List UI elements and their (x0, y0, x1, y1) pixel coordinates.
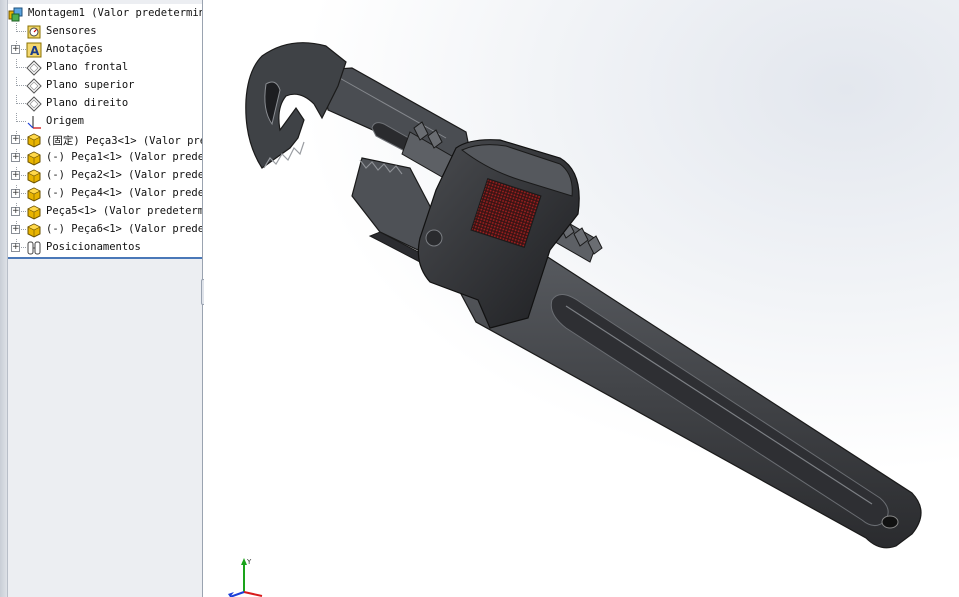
triad-y-label: Y (246, 558, 252, 566)
tree-item-label: Posicionamentos (46, 241, 141, 253)
tree-item-label: (-) Peça2<1> (Valor predeterminado<<Pred… (46, 169, 202, 181)
feature-manager-panel: Montagem1 (Valor predeterminado<Predeter… (0, 0, 203, 597)
tree-item[interactable]: + (-) Peça1<1> (Valor predeterminado<<Pre… (8, 149, 202, 167)
x-axis (243, 591, 263, 597)
tree-connector (16, 113, 26, 122)
tree-item-label: Montagem1 (Valor predeterminado<Predeter… (28, 7, 202, 19)
plane-icon (26, 96, 42, 112)
expand-toggle-icon[interactable]: + (11, 171, 20, 180)
tree-connector (16, 59, 26, 68)
tree-item[interactable]: + Posicionamentos (8, 239, 202, 257)
tree-connector (16, 77, 26, 86)
expand-toggle-icon[interactable]: + (11, 153, 20, 162)
tree-item-label: (-) Peça6<1> (Valor predeterminado<<Pred… (46, 223, 202, 235)
part-icon (26, 204, 42, 220)
svg-text:A: A (30, 44, 40, 58)
expand-toggle-icon[interactable]: + (11, 189, 20, 198)
part-icon (26, 168, 42, 184)
mates-icon (26, 240, 42, 256)
annotation-icon: A (26, 42, 42, 58)
panel-edge-strip (0, 0, 8, 597)
tree-item[interactable]: Sensores (8, 23, 202, 41)
tree-item[interactable]: + (固定) Peça3<1> (Valor predeterminado<<Pr… (8, 131, 202, 149)
axis-triad-icon: Y (228, 558, 263, 597)
tree-item[interactable]: Plano direito (8, 95, 202, 113)
tree-item[interactable]: Plano superior (8, 77, 202, 95)
expand-toggle-icon[interactable]: + (11, 225, 20, 234)
expand-toggle-icon[interactable]: + (11, 135, 20, 144)
tree-item[interactable]: Origem (8, 113, 202, 131)
tree-item-label: Peça5<1> (Valor predeterminado<<Predeter… (46, 205, 202, 217)
tree-item-label: Plano direito (46, 97, 129, 109)
graphics-viewport[interactable]: Y (204, 0, 959, 597)
tree-item-label: Plano superior (46, 79, 135, 91)
tree-connector (16, 23, 26, 32)
tree-item-label: Sensores (46, 25, 97, 37)
tree-item[interactable]: + Peça5<1> (Valor predeterminado<<Predete… (8, 203, 202, 221)
part-icon (26, 150, 42, 166)
tree-item-label: Anotações (46, 43, 103, 55)
expand-toggle-icon[interactable]: + (11, 243, 20, 252)
origin-icon (26, 114, 42, 130)
tree-item-label: (固定) Peça3<1> (Valor predeterminado<<Pre… (46, 135, 202, 147)
tree-item[interactable]: + (-) Peça2<1> (Valor predeterminado<<Pre… (8, 167, 202, 185)
sensor-icon (26, 24, 42, 40)
part-icon (26, 186, 42, 202)
tree-connector (16, 95, 26, 104)
expand-toggle-icon[interactable]: + (11, 207, 20, 216)
assembly-icon (8, 6, 24, 22)
tree-item[interactable]: Montagem1 (Valor predeterminado<Predeter… (8, 5, 202, 23)
tree-item[interactable]: Plano frontal (8, 59, 202, 77)
expand-toggle-icon[interactable]: + (11, 45, 20, 54)
pipe-wrench-model[interactable] (204, 0, 959, 597)
part-icon (26, 222, 42, 238)
plane-icon (26, 78, 42, 94)
tree-item-label: Origem (46, 115, 84, 127)
tree-item-label: (-) Peça4<1> (Valor predeterminado<<Pred… (46, 187, 202, 199)
plane-icon (26, 60, 42, 76)
tree-item[interactable]: + (-) Peça4<1> (Valor predeterminado<<Pre… (8, 185, 202, 203)
feature-tree: Montagem1 (Valor predeterminado<Predeter… (8, 4, 202, 259)
part-icon (26, 132, 42, 148)
tree-item[interactable]: + (-) Peça6<1> (Valor predeterminado<<Pre… (8, 221, 202, 239)
tree-item-label: (-) Peça1<1> (Valor predeterminado<<Pred… (46, 151, 202, 163)
tree-item-label: Plano frontal (46, 61, 129, 73)
tree-item[interactable]: + A Anotações (8, 41, 202, 59)
